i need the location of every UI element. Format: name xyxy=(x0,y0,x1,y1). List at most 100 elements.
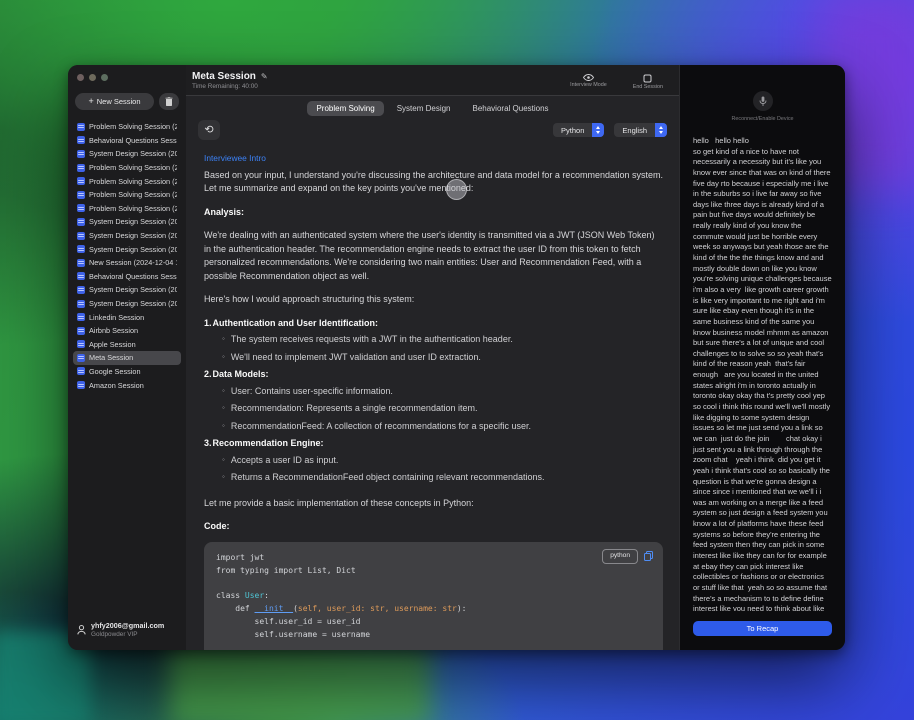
sidebar-session-item[interactable]: Problem Solving Session (2... xyxy=(73,188,181,202)
session-icon xyxy=(77,340,85,348)
session-icon xyxy=(77,259,85,267)
session-icon xyxy=(77,150,85,158)
session-label: Problem Solving Session (2... xyxy=(89,163,177,172)
code-language-select[interactable]: Python xyxy=(553,123,604,137)
session-icon xyxy=(77,354,85,362)
intro-paragraph: Based on your input, I understand you're… xyxy=(204,169,663,196)
minimize-window-button[interactable] xyxy=(89,74,96,81)
analysis-paragraph: We're dealing with an authenticated syst… xyxy=(204,229,663,283)
tab-behavioral-questions[interactable]: Behavioral Questions xyxy=(464,101,558,116)
transcript-text[interactable]: hello hello hello so get kind of a nice … xyxy=(680,128,845,611)
interviewee-intro-link[interactable]: Interviewee Intro xyxy=(204,152,266,165)
session-label: New Session (2024-12-04 1... xyxy=(89,258,177,267)
session-label: System Design Session (20... xyxy=(89,245,177,254)
eye-icon xyxy=(583,74,594,81)
sidebar-session-item[interactable]: System Design Session (20... xyxy=(73,215,181,229)
account-info[interactable]: yhfy2006@gmail.com Goldpowder VIP xyxy=(68,613,186,650)
session-label: Behavioral Questions Sessio... xyxy=(89,136,177,145)
account-plan: Goldpowder VIP xyxy=(91,631,164,638)
list-item-title: 1.Authentication and User Identification… xyxy=(204,317,663,331)
transcript-panel: Reconnect/Enable Device hello hello hell… xyxy=(679,65,845,650)
trash-icon xyxy=(165,97,173,106)
end-session-label: End Session xyxy=(633,84,663,90)
list-item-title: 3.Recommendation Engine: xyxy=(204,437,663,451)
tab-problem-solving[interactable]: Problem Solving xyxy=(307,101,383,116)
to-recap-button[interactable]: To Recap xyxy=(693,621,832,636)
session-label: Linkedin Session xyxy=(89,313,144,322)
main-area: Meta Session ✎ Time Remaining: 40:00 Int… xyxy=(186,65,679,650)
spoken-language-select[interactable]: English xyxy=(614,123,667,137)
spoken-language-value: English xyxy=(614,126,655,135)
refresh-button[interactable]: ⟲ xyxy=(198,120,220,140)
edit-title-icon[interactable]: ✎ xyxy=(261,72,268,81)
sidebar-session-item[interactable]: Problem Solving Session (2... xyxy=(73,161,181,175)
code-block: python import jwtfrom typing import List… xyxy=(204,542,663,650)
sidebar-session-item[interactable]: New Session (2024-12-04 1... xyxy=(73,256,181,270)
stop-icon xyxy=(643,74,652,83)
sidebar-session-item[interactable]: System Design Session (20... xyxy=(73,147,181,161)
session-label: Problem Solving Session (2... xyxy=(89,204,177,213)
title-bar: Meta Session ✎ Time Remaining: 40:00 Int… xyxy=(186,65,679,96)
user-icon xyxy=(77,625,86,635)
list-bullet: ◦We'll need to implement JWT validation … xyxy=(204,351,663,365)
tab-bar: Problem Solving System Design Behavioral Q… xyxy=(186,96,679,118)
session-icon xyxy=(77,177,85,185)
session-icon xyxy=(77,300,85,308)
sidebar-session-item[interactable]: Linkedin Session xyxy=(73,310,181,324)
session-icon xyxy=(77,313,85,321)
session-title: Meta Session xyxy=(192,71,256,82)
list-item-title: 2.Data Models: xyxy=(204,368,663,382)
session-icon xyxy=(77,367,85,375)
time-remaining: Time Remaining: 40:00 xyxy=(192,83,268,90)
sidebar-session-item[interactable]: System Design Session (20... xyxy=(73,229,181,243)
approach-line: Here's how I would approach structuring … xyxy=(204,293,663,307)
zoom-window-button[interactable] xyxy=(101,74,108,81)
sidebar-session-item[interactable]: System Design Session (20... xyxy=(73,242,181,256)
tab-system-design[interactable]: System Design xyxy=(388,101,460,116)
sidebar-session-item[interactable]: Meta Session xyxy=(73,351,181,365)
desktop-background: + New Session Problem Solving Session (2… xyxy=(0,0,914,720)
list-bullet: ◦User: Contains user-specific informatio… xyxy=(204,385,663,399)
code-language-value: Python xyxy=(553,126,592,135)
session-label: System Design Session (20... xyxy=(89,285,177,294)
delete-session-button[interactable] xyxy=(159,93,179,110)
session-label: Meta Session xyxy=(89,353,133,362)
session-label: System Design Session (20... xyxy=(89,299,177,308)
end-session-button[interactable]: End Session xyxy=(627,73,669,91)
list-bullet: ◦The system receives requests with a JWT… xyxy=(204,333,663,347)
sidebar-session-item[interactable]: Behavioral Questions Sessio... xyxy=(73,134,181,148)
analysis-heading: Analysis: xyxy=(204,206,663,220)
close-window-button[interactable] xyxy=(77,74,84,81)
implementation-line: Let me provide a basic implementation of… xyxy=(204,497,663,511)
sidebar-session-item[interactable]: Apple Session xyxy=(73,338,181,352)
microphone-button[interactable] xyxy=(753,91,773,111)
sidebar-session-item[interactable]: System Design Session (20... xyxy=(73,283,181,297)
plus-icon: + xyxy=(88,97,93,106)
sidebar-session-item[interactable]: Behavioral Questions Sessio... xyxy=(73,270,181,284)
session-icon xyxy=(77,204,85,212)
session-icon xyxy=(77,218,85,226)
sidebar-session-item[interactable]: Airbnb Session xyxy=(73,324,181,338)
code-content[interactable]: import jwtfrom typing import List, Dict … xyxy=(216,552,651,650)
session-label: Problem Solving Session (2... xyxy=(89,177,177,186)
session-label: System Design Session (20... xyxy=(89,217,177,226)
code-language-badge: python xyxy=(602,549,638,564)
sidebar-session-item[interactable]: Problem Solving Session (2... xyxy=(73,202,181,216)
session-icon xyxy=(77,272,85,280)
sidebar-session-item[interactable]: Problem Solving Session (2... xyxy=(73,174,181,188)
sidebar-session-item[interactable]: Google Session xyxy=(73,365,181,379)
code-heading: Code: xyxy=(204,520,663,534)
new-session-button[interactable]: + New Session xyxy=(75,93,154,110)
sidebar-session-item[interactable]: Amazon Session xyxy=(73,378,181,392)
session-icon xyxy=(77,123,85,131)
copy-code-icon[interactable] xyxy=(644,551,653,561)
refresh-icon: ⟲ xyxy=(204,124,213,136)
wallpaper-green-block xyxy=(170,642,430,720)
session-label: Google Session xyxy=(89,367,141,376)
interview-mode-button[interactable]: Interview Mode xyxy=(564,73,613,89)
chevron-updown-icon xyxy=(592,123,604,137)
sidebar-session-item[interactable]: Problem Solving Session (2... xyxy=(73,120,181,134)
sidebar-session-item[interactable]: System Design Session (20... xyxy=(73,297,181,311)
chevron-updown-icon xyxy=(655,123,667,137)
session-icon xyxy=(77,245,85,253)
